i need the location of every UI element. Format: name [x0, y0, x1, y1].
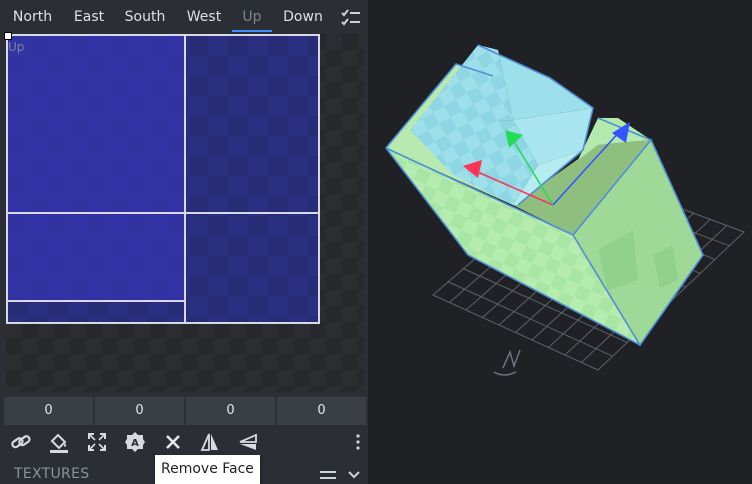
remove-face-icon	[166, 435, 180, 449]
tab-south[interactable]: South	[118, 0, 172, 34]
chevron-down-icon[interactable]	[346, 468, 362, 482]
paint-bucket-icon	[50, 433, 68, 453]
auto-uv-icon: A	[125, 432, 145, 452]
mirror-y-button[interactable]	[236, 430, 260, 454]
uv-resize-handle[interactable]	[4, 32, 12, 40]
fill-button[interactable]	[47, 430, 71, 454]
compass-north-icon	[493, 349, 521, 376]
face-tabs: North East South West Up Down	[0, 0, 368, 34]
more-options-button[interactable]	[348, 430, 368, 454]
tab-east[interactable]: East	[66, 0, 112, 34]
3d-scene	[385, 44, 745, 376]
uv-editor-canvas[interactable]	[6, 34, 364, 392]
tab-north[interactable]: North	[4, 0, 61, 34]
tab-up[interactable]: Up	[232, 0, 272, 34]
3d-viewport[interactable]	[368, 0, 752, 484]
mirror-x-icon	[200, 433, 218, 451]
uv-coordinate-inputs: 0 0 0 0	[4, 397, 368, 425]
svg-text:A: A	[131, 438, 139, 449]
auto-uv-button[interactable]: A	[123, 430, 147, 454]
link-button[interactable]	[9, 430, 33, 454]
uv-input-x1[interactable]: 0	[4, 397, 93, 425]
uv-input-y2[interactable]: 0	[277, 397, 366, 425]
panel-menu-icon[interactable]	[318, 468, 338, 482]
tooltip: Remove Face	[155, 455, 260, 484]
mirror-y-icon	[239, 433, 257, 450]
remove-face-button[interactable]	[161, 430, 185, 454]
uv-face-label: Up	[8, 40, 25, 54]
uv-panel: North East South West Up Down Up 0 0 0 0	[0, 0, 368, 484]
maximize-icon	[88, 433, 106, 451]
checklist-icon[interactable]	[340, 8, 362, 28]
uv-input-y1[interactable]: 0	[95, 397, 184, 425]
uv-input-x2[interactable]: 0	[186, 397, 275, 425]
mirror-x-button[interactable]	[198, 430, 222, 454]
maximize-button[interactable]	[85, 430, 109, 454]
link-icon	[11, 435, 31, 449]
more-options-icon	[356, 434, 360, 450]
uv-grid-lines	[6, 34, 320, 324]
textures-panel-title: TEXTURES	[14, 466, 90, 482]
uv-toolbar: A	[0, 427, 368, 455]
tab-west[interactable]: West	[180, 0, 228, 34]
cube-top-face	[410, 45, 513, 130]
tab-down[interactable]: Down	[278, 0, 328, 34]
